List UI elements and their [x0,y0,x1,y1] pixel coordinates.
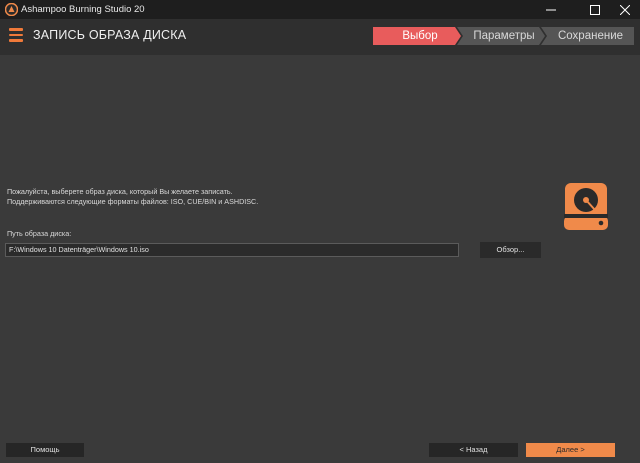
help-button[interactable]: Помощь [6,443,84,457]
step-save: Сохранение [541,27,634,45]
supported-formats-text: Поддерживаются следующие форматы файлов:… [7,197,259,206]
window-titlebar: Ashampoo Burning Studio 20 [0,0,640,19]
minimize-icon [546,9,556,10]
next-button[interactable]: Далее > [526,443,615,457]
close-icon [620,4,630,15]
window-title: Ashampoo Burning Studio 20 [21,4,145,15]
instruction-text: Пожалуйста, выберете образ диска, которы… [7,187,233,196]
browse-button[interactable]: Обзор... [480,242,541,258]
app-logo-icon [5,3,18,16]
disk-drive-icon [564,183,608,230]
wizard-header: ЗАПИСЬ ОБРАЗА ДИСКА Выбор Параметры Сохр… [0,19,640,55]
maximize-icon [590,4,600,15]
image-path-input[interactable]: F:\Windows 10 Datenträger\Windows 10.iso [5,243,459,257]
close-button[interactable] [610,0,640,19]
step-options: Параметры [457,27,545,45]
menu-hamburger-icon[interactable] [9,28,23,42]
minimize-button[interactable] [536,0,566,19]
path-label: Путь образа диска: [7,229,72,238]
page-title: ЗАПИСЬ ОБРАЗА ДИСКА [33,28,187,42]
maximize-button[interactable] [580,0,610,19]
step-select: Выбор [373,27,461,45]
back-button[interactable]: < Назад [429,443,518,457]
